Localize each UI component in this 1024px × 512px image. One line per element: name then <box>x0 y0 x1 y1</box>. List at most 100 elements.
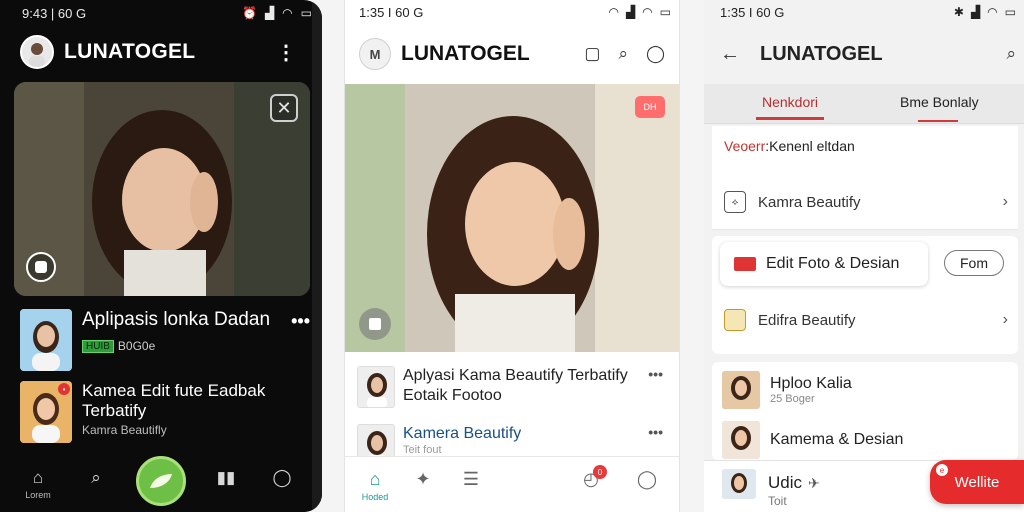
app-bar: ← LUNATOGEL ⌕ <box>720 36 1016 72</box>
settings-row-label: Edifra Beautify <box>758 311 856 329</box>
search-icon[interactable]: ⌕ <box>618 44 628 64</box>
phone-settings: 1:35 I 60 G ✱ ▟ ◠ ▭ ← LUNATOGEL ⌕ Nenkdo… <box>704 0 1024 512</box>
profile-icon[interactable]: ◯ <box>646 44 665 64</box>
list-text: Kamea Edit fute Eadbak Terbatify Kamra B… <box>82 381 310 443</box>
notification-dot: • <box>58 383 70 395</box>
signal-icon: ▟ <box>970 5 981 19</box>
app-bar: M LUNATOGEL ▢ ⌕ ◯ <box>359 34 671 74</box>
section-prefix: Veoerr <box>724 138 766 154</box>
section-header: Veoerr:Kenenl eltdan <box>724 138 855 154</box>
tab-secondary[interactable]: Bme Bonlaly <box>900 94 979 122</box>
settings-row-edit[interactable]: Edifra Beautify › <box>724 298 1014 342</box>
form-button[interactable]: Fom <box>944 250 1004 276</box>
hero-tag[interactable]: DH <box>635 96 665 118</box>
search-icon[interactable]: ⌕ <box>76 468 116 488</box>
bird-icon[interactable]: ✦ <box>403 469 443 490</box>
list-thumbnail <box>722 421 760 459</box>
list-item[interactable]: Kamema & Desian <box>722 418 1012 462</box>
status-icons: ◠ ▟ ◠ ▭ <box>608 5 671 19</box>
wifi-icon: ◠ <box>282 6 293 20</box>
bluetooth-icon: ✱ <box>953 5 964 19</box>
status-badge: HUIB <box>82 339 114 353</box>
nav-home-label: Hoded <box>361 492 389 502</box>
battery-icon: ▭ <box>659 5 671 19</box>
nav-home-label: Lorem <box>25 490 51 500</box>
app-title: LUNATOGEL <box>401 42 530 65</box>
cta-badge: e <box>936 464 948 476</box>
battery-icon: ▭ <box>300 6 312 20</box>
status-bar: 1:35 I 60 G ◠ ▟ ◠ ▭ <box>359 3 671 21</box>
mini-title: Udic <box>768 473 803 492</box>
phone-light: 1:35 I 60 G ◠ ▟ ◠ ▭ M LUNATOGEL ▢ ⌕ ◯ DH… <box>344 0 680 512</box>
app-logo[interactable] <box>20 35 54 69</box>
book-icon[interactable]: ▮▮ <box>206 468 246 488</box>
wifi-icon: ◠ <box>987 5 998 19</box>
section-title: :Kenenl eltdan <box>765 138 855 154</box>
bird-icon: ✈ <box>808 475 820 491</box>
app-bar-actions: ▢ ⌕ ◯ <box>584 44 665 64</box>
phone-bezel <box>312 0 322 512</box>
list-title: Aplyasi Kama Beautify Terbatify Eotaik F… <box>403 367 628 404</box>
tab-active[interactable]: Nenkdori <box>755 94 825 120</box>
list-text: Aplipasis lonka Dadan HUIB B0G0e <box>82 309 291 371</box>
list-item[interactable]: Hploo Kalia 25 Boger <box>722 368 1012 412</box>
nav-home[interactable]: ⌂ Lorem <box>18 468 58 500</box>
status-time: 1:35 I 60 G <box>359 4 424 20</box>
list-item[interactable]: • Kamea Edit fute Eadbak Terbatify Kamra… <box>20 381 310 443</box>
wifi-icon: ◠ <box>642 5 653 19</box>
close-icon[interactable]: ✕ <box>270 94 298 122</box>
list-item[interactable]: Aplyasi Kama Beautify Terbatify Eotaik F… <box>357 366 669 408</box>
edit-photo-option[interactable]: Edit Foto & Desian <box>720 242 928 286</box>
bottom-nav: ⌂ Hoded ✦ ☰ ◴ 0 ◯ <box>345 456 679 512</box>
list-text: Aplyasi Kama Beautify Terbatify Eotaik F… <box>403 366 648 408</box>
chat-icon[interactable]: ▢ <box>584 44 600 64</box>
settings-card: Veoerr:Kenenl eltdan ⟡ Kamra Beautify › <box>712 126 1018 230</box>
more-icon[interactable]: ••• <box>291 311 310 371</box>
signal-icon: ▟ <box>264 6 275 20</box>
app-title: LUNATOGEL <box>760 42 883 65</box>
list-meta-text: Kamra Beautifly <box>82 423 167 437</box>
phone-dark: 9:43 | 60 G ⏰ ▟ ◠ ▭ LUNATOGEL ⋮ ✕ Aplipa… <box>0 0 322 512</box>
list-title: Aplipasis lonka Dadan <box>82 309 271 330</box>
list-meta-text: B0G0e <box>117 339 156 353</box>
frame-icon <box>724 309 746 331</box>
list-item[interactable]: Aplipasis lonka Dadan HUIB B0G0e ••• <box>20 309 310 371</box>
home-icon: ⌂ <box>369 469 381 489</box>
hero-photo[interactable]: DH <box>345 84 679 352</box>
app-bar: LUNATOGEL ⋮ <box>20 30 310 74</box>
more-icon[interactable]: ••• <box>648 366 663 408</box>
wifi-icon: ◠ <box>608 5 619 19</box>
camera-icon[interactable] <box>26 252 56 282</box>
menu-icon[interactable]: ☰ <box>451 469 491 490</box>
list-thumbnail <box>722 371 760 409</box>
app-logo[interactable]: M <box>359 38 391 70</box>
edit-icon <box>734 257 756 271</box>
list-title: Kamea Edit fute Eadbak Terbatify <box>82 381 266 420</box>
cta-button[interactable]: e Wellite <box>930 460 1024 504</box>
settings-card: Edit Foto & Desian Fom Edifra Beautify › <box>712 236 1018 354</box>
camera-icon[interactable] <box>359 308 391 340</box>
app-title: LUNATOGEL <box>64 40 196 63</box>
settings-row-camera[interactable]: ⟡ Kamra Beautify › <box>724 180 1014 224</box>
tab-bar: Nenkdori Bme Bonlaly <box>704 84 1024 124</box>
status-time: 1:35 I 60 G <box>720 4 785 20</box>
list-thumbnail <box>20 309 72 371</box>
list-text: Kamema & Desian <box>770 431 903 449</box>
chevron-right-icon: › <box>1002 193 1008 210</box>
list-title: Kamera Beautify <box>403 425 522 442</box>
leaf-fab-button[interactable] <box>136 456 186 506</box>
status-icons: ✱ ▟ ◠ ▭ <box>954 5 1016 19</box>
nav-home[interactable]: ⌂ Hoded <box>355 469 395 502</box>
search-icon[interactable]: ⌕ <box>1006 44 1016 64</box>
hero-photo[interactable]: ✕ <box>14 82 310 296</box>
profile-icon[interactable]: ◯ <box>262 468 302 488</box>
profile-icon[interactable]: ◯ <box>627 469 667 490</box>
back-arrow-icon[interactable]: ← <box>720 43 740 66</box>
mini-subtitle: Toit <box>768 494 787 508</box>
more-menu-icon[interactable]: ⋮ <box>276 40 296 65</box>
status-icons: ⏰ ▟ ◠ ▭ <box>242 6 312 20</box>
battery-icon: ▭ <box>1004 5 1016 19</box>
list-thumbnail: • <box>20 381 72 443</box>
camera-beautify-icon: ⟡ <box>724 191 746 213</box>
screenshot-stage: 9:43 | 60 G ⏰ ▟ ◠ ▭ LUNATOGEL ⋮ ✕ Aplipa… <box>0 0 1024 512</box>
